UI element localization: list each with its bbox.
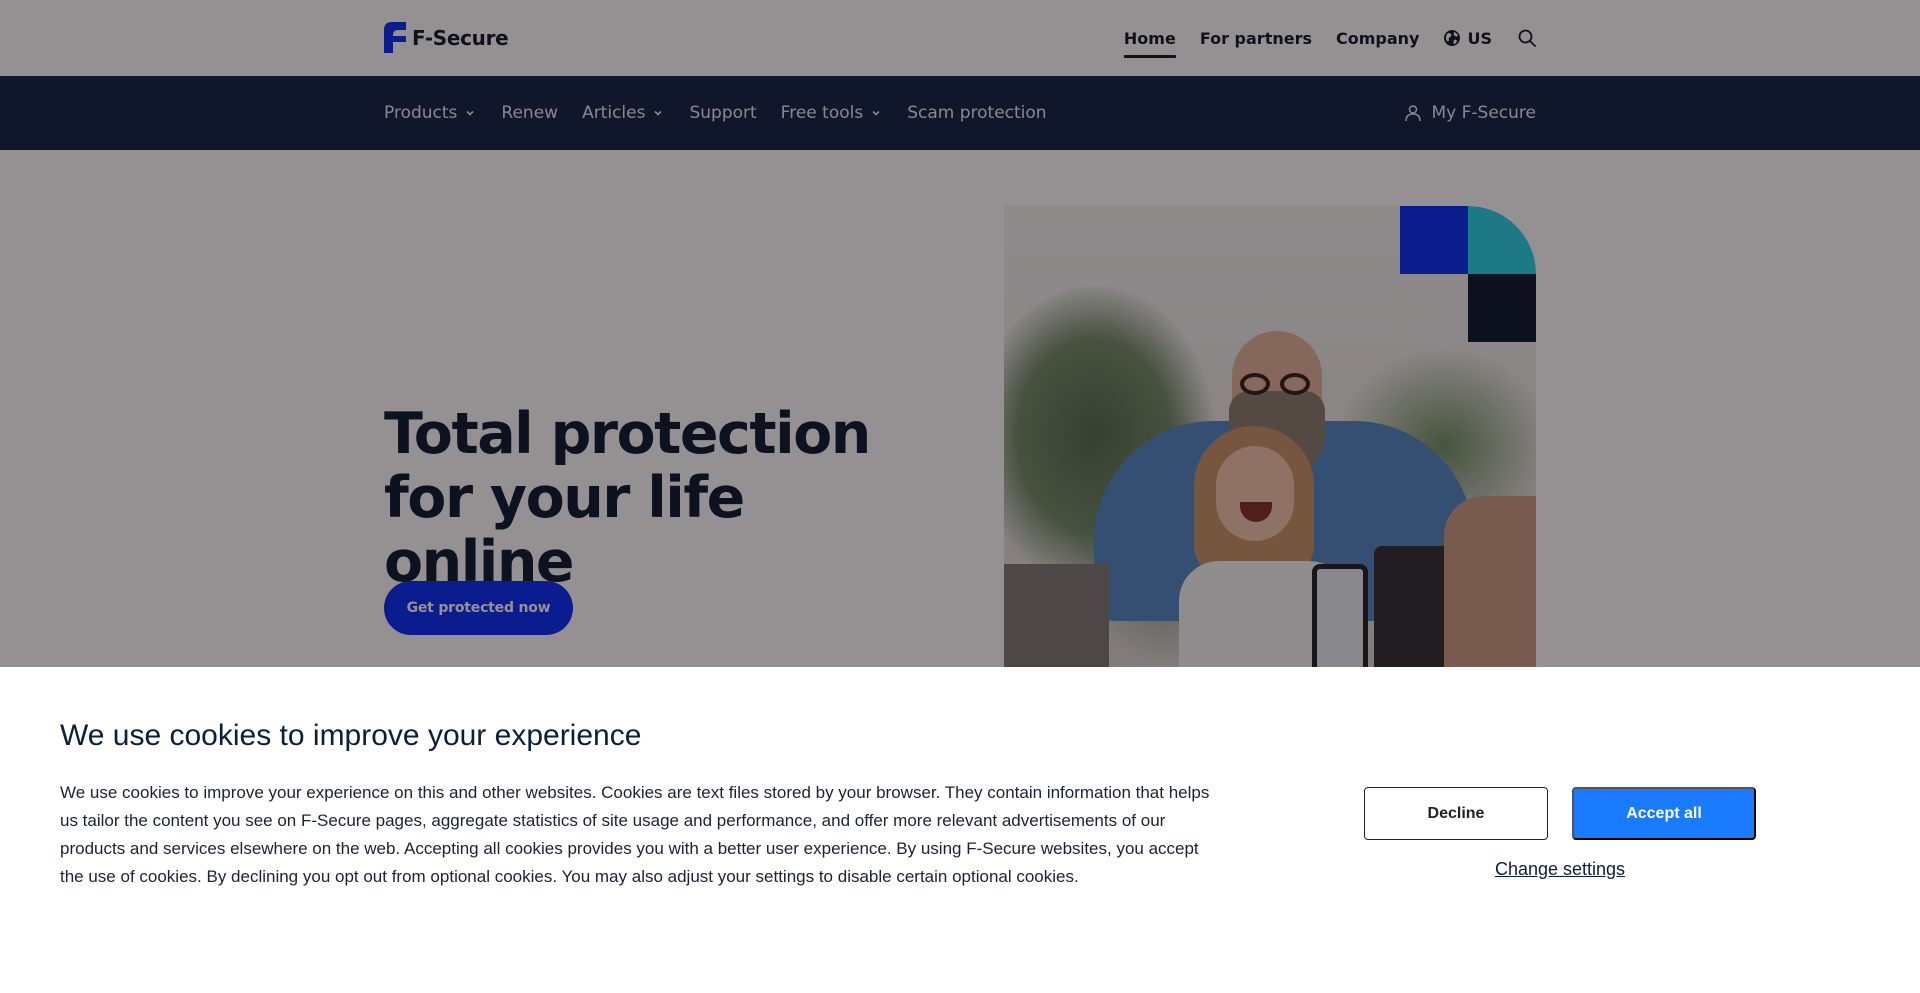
cookie-consent-banner: We use cookies to improve your experienc… <box>0 667 1920 993</box>
change-cookie-settings-link[interactable]: Change settings <box>1364 859 1756 880</box>
cookie-banner-title: We use cookies to improve your experienc… <box>60 719 642 752</box>
decline-cookies-button[interactable]: Decline <box>1364 787 1548 840</box>
modal-backdrop[interactable] <box>0 0 1920 667</box>
cookie-banner-text: We use cookies to improve your experienc… <box>60 783 1210 886</box>
accept-all-cookies-button[interactable]: Accept all <box>1572 787 1756 840</box>
